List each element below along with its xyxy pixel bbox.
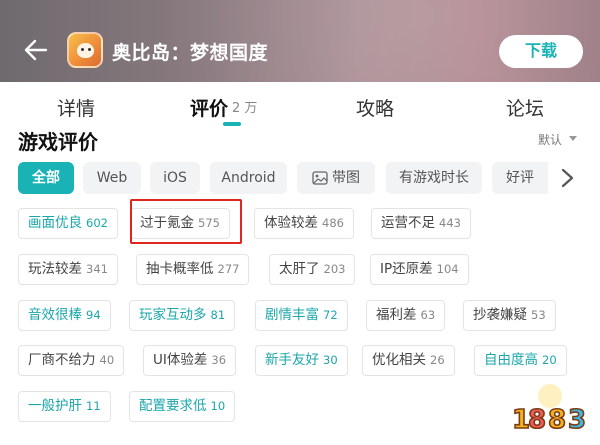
app-icon (67, 32, 103, 68)
review-tag-label: 音效很棒 (28, 307, 82, 323)
review-tag[interactable]: 画面优良 602 (18, 208, 118, 239)
review-tag-label: 一般护肝 (28, 398, 82, 414)
review-tag-count: 36 (211, 353, 227, 367)
review-tag[interactable]: 优化相关 26 (362, 345, 455, 376)
review-tag-label: 体验较差 (264, 215, 318, 231)
review-tag-count: 81 (210, 308, 226, 322)
caret-down-icon (569, 136, 577, 141)
review-tag[interactable]: 太肝了 203 (269, 254, 356, 285)
review-tag-label: 剧情丰富 (265, 307, 319, 323)
review-tag-count: 11 (86, 399, 101, 413)
svg-text:8: 8 (548, 405, 566, 435)
review-tag-label: 抽卡概率低 (146, 261, 214, 277)
review-tag[interactable]: 抽卡概率低 277 (136, 254, 250, 285)
review-tag-label: UI体验差 (153, 352, 208, 368)
review-tag[interactable]: UI体验差 36 (143, 345, 237, 376)
tab-forum[interactable]: 论坛 (506, 94, 544, 121)
review-tag-label: 抄袭嫌疑 (473, 307, 527, 323)
review-tag-label: 福利差 (376, 307, 417, 323)
tab-guides[interactable]: 攻略 (356, 94, 394, 121)
review-tag-label: IP还原差 (380, 261, 433, 277)
review-tag[interactable]: 音效很棒 94 (18, 300, 111, 331)
review-tag-label: 配置要求低 (139, 398, 207, 414)
review-tag-count: 277 (217, 262, 240, 276)
review-tag[interactable]: 自由度高 20 (474, 345, 567, 376)
tab-bar: 详情 评价 2 万 攻略 论坛 (0, 82, 600, 127)
app-title: 奥比岛：梦想国度 (112, 42, 269, 64)
svg-text:8: 8 (528, 405, 546, 435)
filter-android[interactable]: Android (210, 162, 287, 194)
review-tag-count: 443 (439, 216, 461, 230)
download-button[interactable]: 下载 (499, 35, 583, 68)
review-tag[interactable]: 一般护肝 11 (18, 391, 111, 422)
review-tag[interactable]: 体验较差 486 (254, 208, 354, 239)
review-tag-count: 26 (430, 353, 445, 367)
filter-all[interactable]: 全部 (18, 162, 74, 194)
review-tag-count: 104 (436, 262, 459, 276)
review-tag[interactable]: 新手友好 30 (255, 345, 348, 376)
review-tag-count: 20 (542, 353, 557, 367)
review-tag-count: 63 (420, 308, 436, 322)
review-tag[interactable]: IP还原差 104 (370, 254, 469, 285)
review-tag-count: 341 (86, 262, 108, 276)
review-tag[interactable]: 剧情丰富 72 (255, 300, 348, 331)
app-header: 奥比岛：梦想国度 下载 (0, 0, 600, 82)
tab-reviews[interactable]: 评价 (190, 94, 228, 121)
sort-dropdown[interactable]: 默认 (538, 131, 562, 148)
review-tag-label: 玩家互动多 (139, 307, 207, 323)
highlight-annotation (130, 199, 242, 244)
review-tag-count: 53 (531, 308, 546, 322)
site-watermark-logo: 1 8 8 3 (511, 384, 587, 436)
filter-ios[interactable]: iOS (150, 162, 200, 194)
back-arrow-icon[interactable] (22, 36, 50, 64)
review-tag[interactable]: 玩家互动多 81 (129, 300, 236, 331)
review-tag-label: 厂商不给力 (28, 352, 96, 368)
review-tag-label: 新手友好 (265, 352, 319, 368)
review-tag-count: 94 (86, 308, 101, 322)
review-tag[interactable]: 玩法较差 341 (18, 254, 118, 285)
review-count: 2 万 (232, 101, 258, 116)
review-tag[interactable]: 厂商不给力 40 (18, 345, 125, 376)
review-tag[interactable]: 运营不足 443 (371, 208, 471, 239)
review-tag-count: 203 (323, 262, 346, 276)
filter-with-image-label: 带图 (332, 170, 360, 186)
review-tag-label: 运营不足 (381, 215, 435, 231)
chevron-right-icon[interactable] (553, 162, 583, 194)
review-tag-label: 太肝了 (279, 261, 320, 277)
filter-web[interactable]: Web (83, 162, 141, 194)
review-tag-count: 40 (99, 353, 115, 367)
image-icon (312, 171, 328, 185)
active-tab-indicator (223, 122, 241, 126)
filter-positive[interactable]: 好评 (492, 162, 548, 194)
review-tag-label: 玩法较差 (28, 261, 82, 277)
review-tag-count: 72 (323, 308, 338, 322)
filter-with-image[interactable]: 带图 (297, 162, 375, 194)
review-tag[interactable]: 配置要求低 10 (129, 391, 236, 422)
filter-has-playtime[interactable]: 有游戏时长 (386, 162, 482, 194)
review-tag-label: 自由度高 (484, 352, 538, 368)
review-tag[interactable]: 福利差 63 (366, 300, 446, 331)
review-tag-count: 30 (323, 353, 338, 367)
section-title: 游戏评价 (18, 130, 98, 154)
review-tag-label: 优化相关 (372, 352, 426, 368)
review-tag-count: 486 (322, 216, 344, 230)
review-tag-count: 10 (210, 399, 226, 413)
review-tag-label: 画面优良 (28, 215, 82, 231)
svg-text:3: 3 (568, 405, 586, 435)
tab-details[interactable]: 详情 (57, 94, 95, 121)
review-tag[interactable]: 抄袭嫌疑 53 (463, 300, 556, 331)
review-tag-count: 602 (86, 216, 108, 230)
